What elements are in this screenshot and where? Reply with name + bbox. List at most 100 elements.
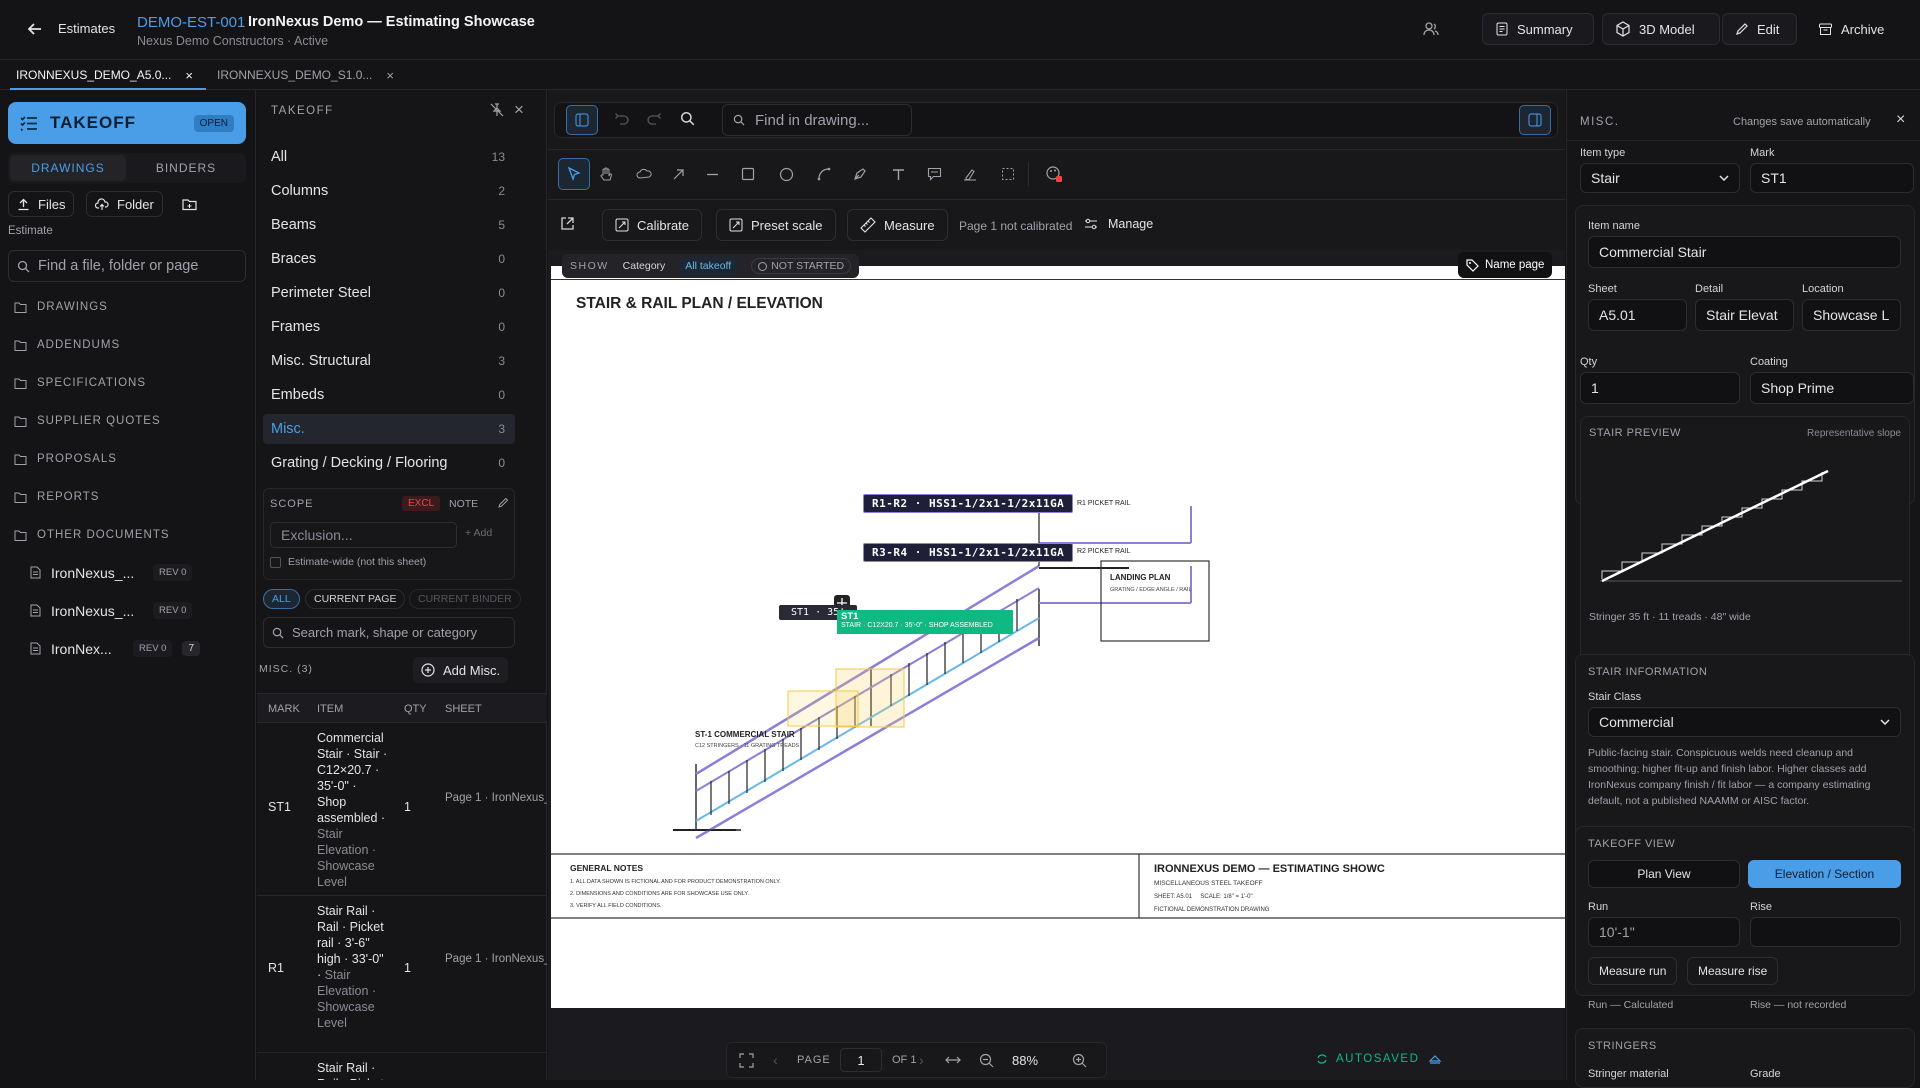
- close-panel-icon[interactable]: ×: [514, 100, 524, 120]
- item-type-select[interactable]: Stair: [1580, 163, 1740, 193]
- marquee-tool-icon[interactable]: [992, 158, 1024, 190]
- category-misc-structural[interactable]: Misc. Structural 3: [263, 346, 515, 376]
- table-row[interactable]: ST1 Commercial Stair · Stair · C12×20.7 …: [257, 724, 547, 896]
- excl-toggle[interactable]: EXCL: [402, 496, 441, 511]
- select-tool-icon[interactable]: [558, 158, 590, 190]
- pan-hand-icon[interactable]: [590, 158, 622, 190]
- document-item[interactable]: IronNexus_... REV 0: [30, 602, 240, 619]
- name-page-button[interactable]: Name page: [1458, 252, 1553, 278]
- rise-input[interactable]: [1750, 917, 1901, 947]
- run-input[interactable]: 10'-1": [1588, 917, 1740, 947]
- document-item[interactable]: IronNex... REV 0 7: [30, 640, 240, 657]
- takeoff-mode-button[interactable]: TAKEOFF OPEN: [8, 102, 246, 144]
- pen-tool-icon[interactable]: [844, 158, 876, 190]
- preset-scale-button[interactable]: Preset scale: [716, 209, 836, 241]
- plan-view-button[interactable]: Plan View: [1588, 860, 1740, 888]
- add-exclusion-button[interactable]: + Add: [465, 527, 492, 539]
- cloud-tool-icon[interactable]: [628, 158, 660, 190]
- filter-current-binder[interactable]: CURRENT BINDER: [409, 589, 521, 609]
- calibrate-button[interactable]: Calibrate: [602, 209, 703, 241]
- table-row[interactable]: R1 Stair Rail · Rail · Picket rail · 3'-…: [257, 897, 547, 1053]
- category-all[interactable]: All 13: [263, 142, 515, 172]
- filter-all[interactable]: ALL: [263, 589, 300, 609]
- new-folder-button[interactable]: [176, 191, 202, 217]
- location-input[interactable]: Showcase L: [1802, 299, 1901, 331]
- mark-input[interactable]: ST1: [1750, 163, 1914, 193]
- filter-current-page[interactable]: CURRENT PAGE: [305, 589, 406, 609]
- users-icon[interactable]: [1423, 21, 1439, 37]
- tab-binders[interactable]: BINDERS: [128, 155, 244, 181]
- find-in-drawing-input[interactable]: Find in drawing...: [722, 104, 912, 136]
- measure-button[interactable]: Measure: [847, 209, 948, 241]
- callout-tool-icon[interactable]: [918, 158, 950, 190]
- status-filter[interactable]: NOT STARTED: [751, 258, 852, 274]
- ellipse-tool-icon[interactable]: [770, 158, 802, 190]
- search-icon[interactable]: [680, 111, 695, 126]
- back-arrow-icon[interactable]: [26, 20, 44, 38]
- archive-button[interactable]: Archive: [1805, 13, 1905, 45]
- files-button[interactable]: Files: [8, 191, 75, 217]
- arrow-tool-icon[interactable]: [662, 158, 694, 190]
- file-search-input[interactable]: Find a file, folder or page: [8, 250, 246, 282]
- document-item[interactable]: IronNexus_... REV 0: [30, 564, 240, 581]
- coating-input[interactable]: Shop Prime: [1750, 372, 1914, 404]
- takeoff-search-input[interactable]: Search mark, shape or category: [263, 617, 515, 648]
- tab-drawings[interactable]: DRAWINGS: [10, 155, 126, 181]
- estimate-wide-checkbox[interactable]: [270, 557, 281, 568]
- undo-icon[interactable]: [614, 112, 629, 126]
- redo-icon[interactable]: [647, 112, 662, 126]
- manage-button[interactable]: Manage: [1084, 217, 1153, 231]
- exclusion-input[interactable]: Exclusion...: [270, 522, 457, 548]
- rail-tag-r3-r4[interactable]: R3-R4 · HSS1-1/2x1-1/2x11GA: [863, 543, 1074, 562]
- line-tool-icon[interactable]: [696, 158, 728, 190]
- category-braces[interactable]: Braces 0: [263, 244, 515, 274]
- table-row[interactable]: Stair Rail · Rail · Picket: [257, 1054, 547, 1080]
- qty-input[interactable]: 1: [1580, 372, 1740, 404]
- category-beams[interactable]: Beams 5: [263, 210, 515, 240]
- folder-other-documents[interactable]: OTHER DOCUMENTS: [14, 529, 170, 541]
- close-icon[interactable]: ×: [386, 68, 394, 83]
- st1-takeoff-label[interactable]: ST1 STAIR · C12X20.7 · 35'-0" · SHOP ASS…: [837, 610, 1013, 634]
- folder-proposals[interactable]: PROPOSALS: [14, 453, 117, 465]
- edit-button[interactable]: Edit: [1722, 13, 1797, 45]
- category-perimeter-steel[interactable]: Perimeter Steel 0: [263, 278, 515, 308]
- measure-rise-button[interactable]: Measure rise: [1687, 957, 1779, 985]
- external-link-icon[interactable]: [560, 216, 575, 231]
- text-tool-icon[interactable]: [882, 158, 914, 190]
- folder-addendums[interactable]: ADDENDUMS: [14, 339, 120, 351]
- close-icon[interactable]: ×: [185, 68, 193, 83]
- next-page-icon[interactable]: ›: [919, 1052, 924, 1068]
- pin-off-icon[interactable]: [490, 103, 504, 117]
- color-palette-icon[interactable]: [1038, 158, 1070, 190]
- curve-tool-icon[interactable]: [808, 158, 840, 190]
- detail-input[interactable]: Stair Elevat: [1695, 299, 1794, 331]
- file-tab[interactable]: IRONNEXUS_DEMO_S1.0... ×: [217, 60, 394, 90]
- file-tab[interactable]: IRONNEXUS_DEMO_A5.0... ×: [16, 60, 193, 90]
- category-grating[interactable]: Grating / Decking / Flooring 0: [263, 448, 515, 478]
- elevation-section-button[interactable]: Elevation / Section: [1748, 860, 1901, 888]
- rail-tag-r1-r2[interactable]: R1-R2 · HSS1-1/2x1-1/2x11GA: [863, 494, 1074, 513]
- prev-page-icon[interactable]: ‹: [773, 1052, 778, 1068]
- fit-width-icon[interactable]: [945, 1054, 961, 1066]
- folder-drawings[interactable]: DRAWINGS: [14, 301, 108, 313]
- toggle-right-panel-button[interactable]: [1519, 105, 1551, 135]
- note-toggle[interactable]: NOTE: [449, 498, 478, 510]
- zoom-out-icon[interactable]: [979, 1053, 994, 1068]
- close-inspector-icon[interactable]: ×: [1896, 111, 1905, 129]
- rectangle-tool-icon[interactable]: [732, 158, 764, 190]
- folder-supplier-quotes[interactable]: SUPPLIER QUOTES: [14, 415, 161, 427]
- fit-screen-icon[interactable]: [739, 1053, 754, 1068]
- category-embeds[interactable]: Embeds 0: [263, 380, 515, 410]
- stair-class-select[interactable]: Commercial: [1588, 707, 1901, 737]
- summary-button[interactable]: Summary: [1482, 13, 1594, 45]
- folder-reports[interactable]: REPORTS: [14, 491, 99, 503]
- page-number-input[interactable]: 1: [840, 1048, 882, 1072]
- show-category[interactable]: Category: [623, 260, 666, 272]
- collapse-bar-icon[interactable]: [1428, 1051, 1442, 1065]
- back-estimates-link[interactable]: Estimates: [58, 21, 115, 36]
- zoom-in-icon[interactable]: [1072, 1053, 1087, 1068]
- folder-specifications[interactable]: SPECIFICATIONS: [14, 377, 146, 389]
- category-misc[interactable]: Misc. 3: [263, 414, 515, 444]
- toggle-left-panel-button[interactable]: [566, 105, 598, 135]
- folder-button[interactable]: Folder: [86, 191, 163, 217]
